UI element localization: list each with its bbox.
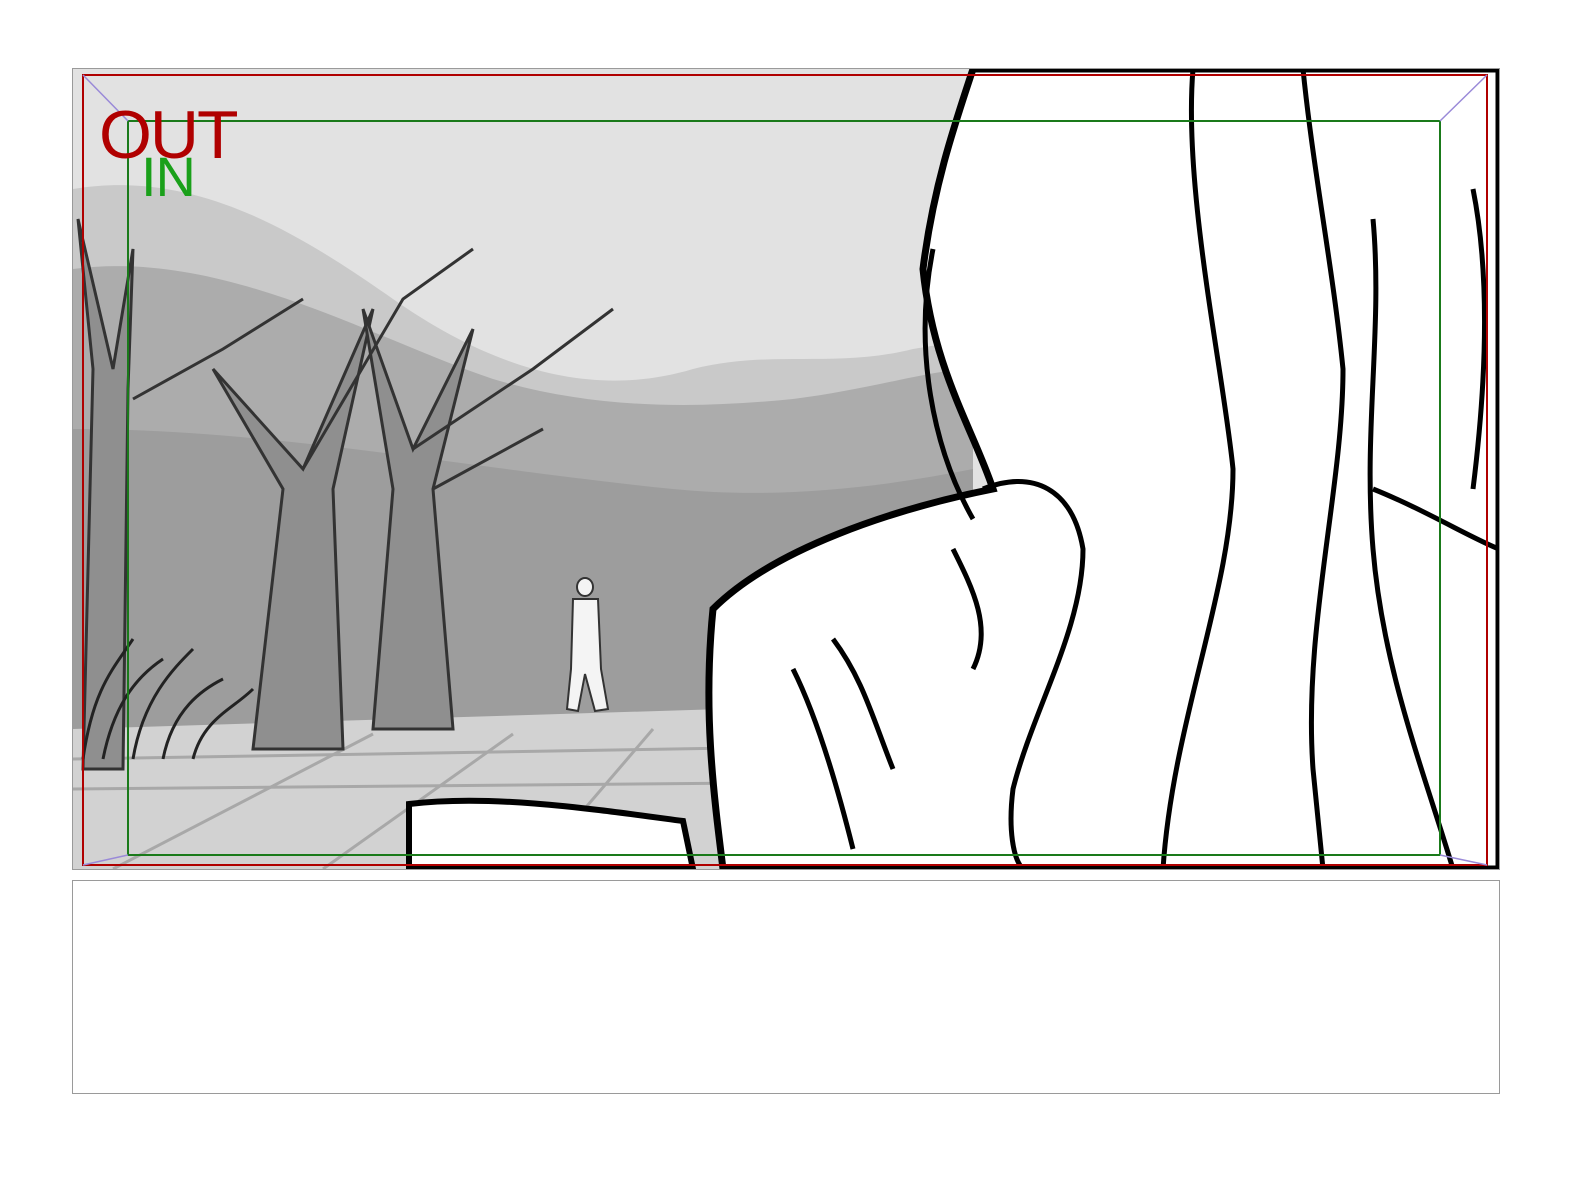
notes-box[interactable] <box>72 880 1500 1094</box>
panel-artwork <box>73 69 1499 869</box>
in-label: IN <box>141 145 196 208</box>
storyboard-panel: OUT IN <box>72 68 1500 870</box>
